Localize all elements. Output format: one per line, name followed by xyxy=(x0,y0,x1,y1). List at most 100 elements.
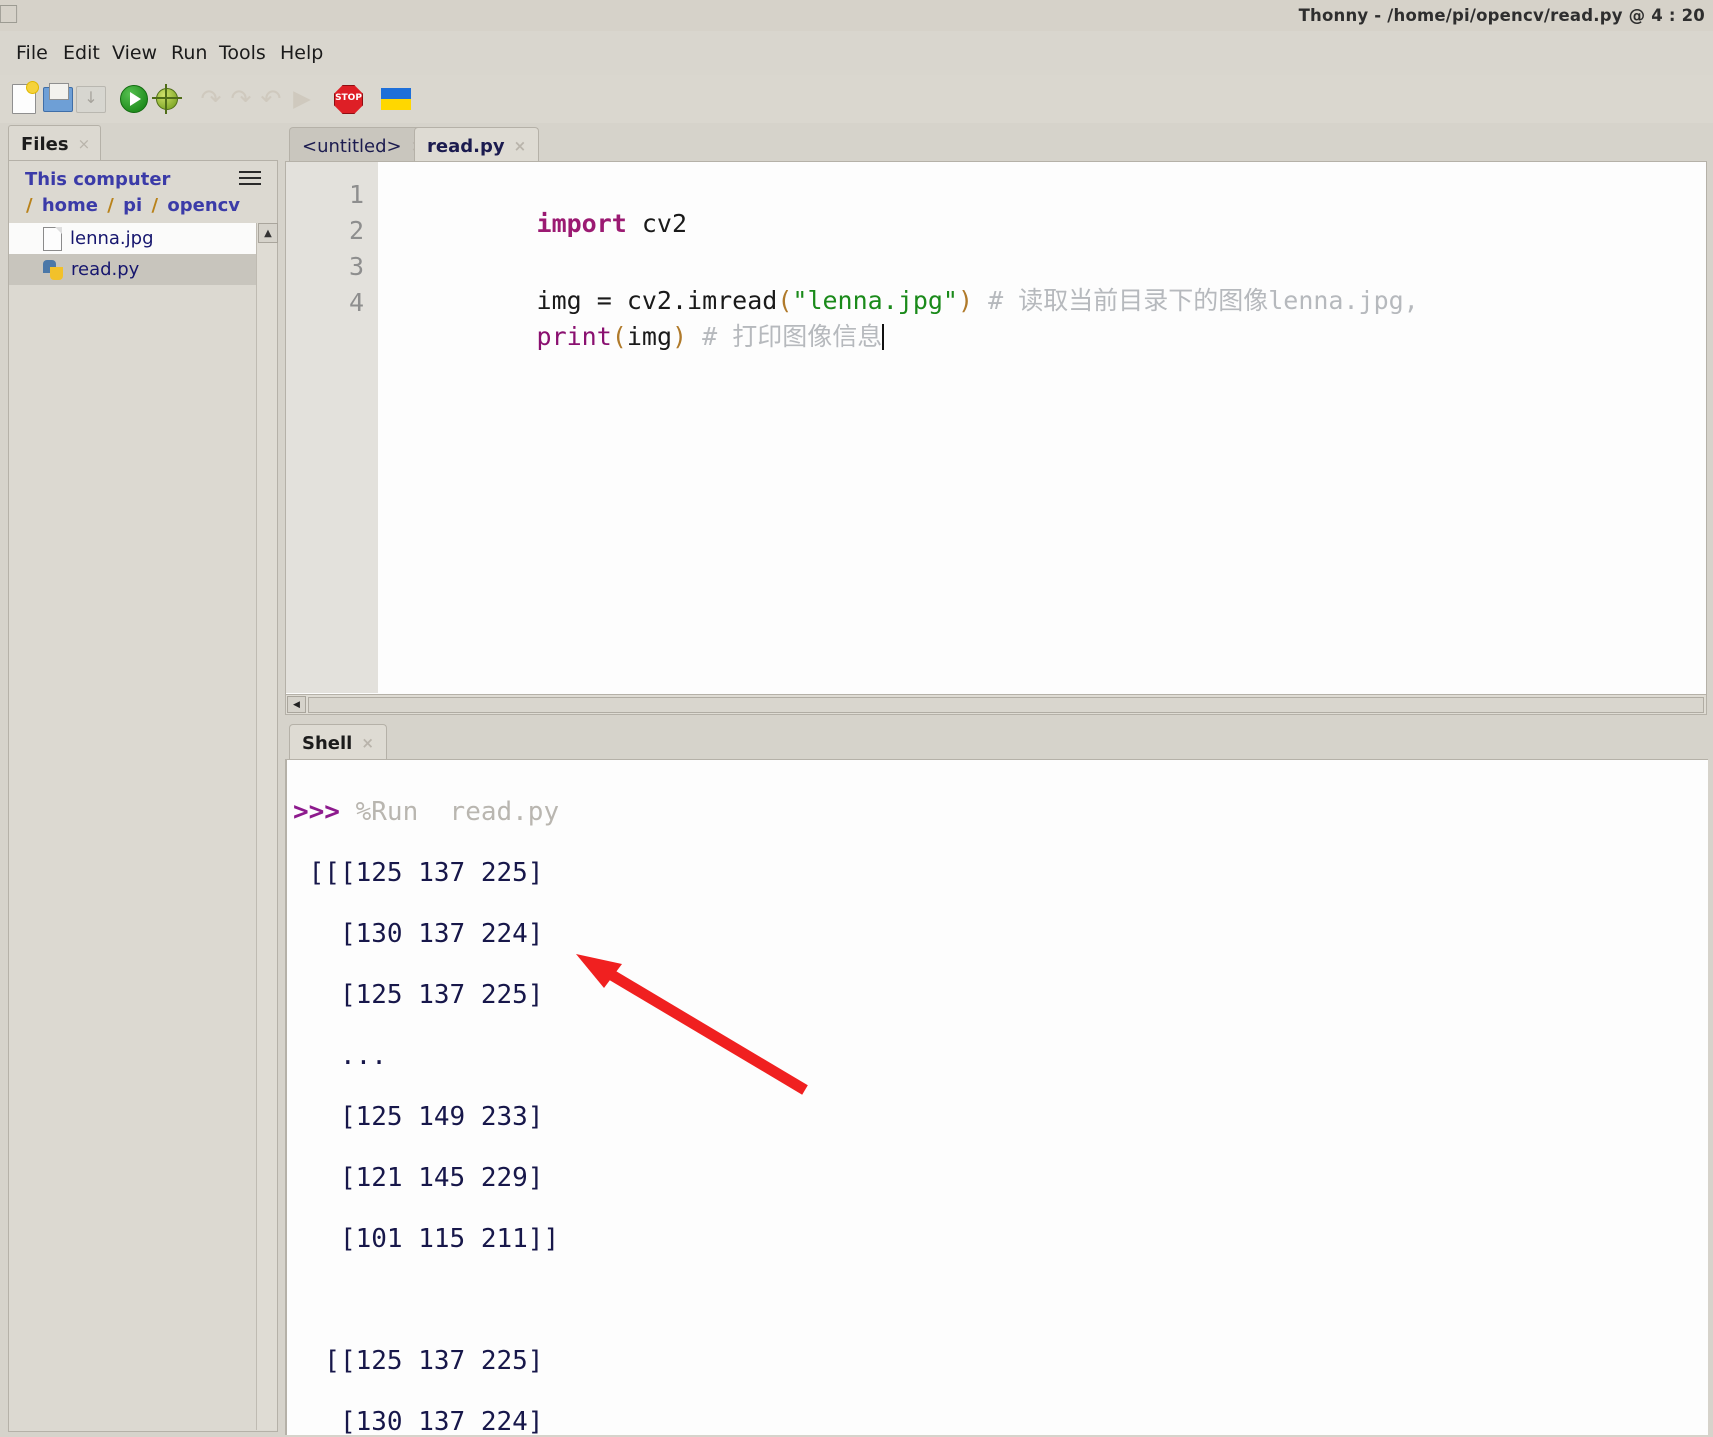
line-number: 3 xyxy=(348,252,364,281)
code-token: cv2 xyxy=(626,209,688,238)
scrollbar-thumb[interactable] xyxy=(308,697,1704,713)
title-bar: ⃞ Thonny - /home/pi/opencv/read.py @ 4 :… xyxy=(0,0,1713,32)
line-number: 4 xyxy=(348,288,364,317)
ukraine-flag-button[interactable] xyxy=(379,82,413,116)
save-disk-icon xyxy=(76,86,106,113)
stop-sign-icon: STOP xyxy=(334,85,363,114)
shell-panel: Shell × >>> %Run read.py [[[125 137 225]… xyxy=(283,722,1708,1437)
menu-run[interactable]: Run xyxy=(163,39,215,67)
tab-files-label: Files xyxy=(21,133,69,155)
shell-text: >>> %Run read.py [[[125 137 225] [130 13… xyxy=(293,766,559,1437)
shell-output-line: [125 149 233] xyxy=(293,1101,544,1132)
shell-command-line: >>> %Run read.py xyxy=(293,797,559,828)
menu-view[interactable]: View xyxy=(104,39,165,67)
files-panel: Files × This computer / home / pi / open… xyxy=(6,123,278,1432)
file-name: read.py xyxy=(71,259,140,280)
breadcrumb-separator-1: / xyxy=(107,195,114,216)
tab-files[interactable]: Files × xyxy=(8,125,102,162)
shell-prompt: >>> xyxy=(293,796,340,827)
window-title: Thonny - /home/pi/opencv/read.py @ 4 : 2… xyxy=(1298,6,1705,25)
menu-bar: File Edit View Run Tools Help xyxy=(0,31,1713,75)
new-file-button[interactable] xyxy=(8,81,42,116)
shell-output-line: [101 115 211]] xyxy=(293,1223,560,1254)
tab-shell[interactable]: Shell × xyxy=(289,724,387,761)
save-file-button[interactable] xyxy=(74,82,108,116)
breadcrumb: / home / pi / opencv xyxy=(23,195,240,216)
python-file-icon xyxy=(43,259,63,280)
step-out-icon: ↶ xyxy=(260,84,282,113)
code-token-paren: ( xyxy=(611,322,627,351)
stop-button[interactable]: STOP xyxy=(331,82,365,116)
line-number: 1 xyxy=(348,180,364,209)
files-body: This computer / home / pi / opencv lenna… xyxy=(8,160,278,1432)
code-token-function: print xyxy=(536,322,612,351)
new-file-icon xyxy=(12,81,39,114)
code-token-paren: ) xyxy=(672,322,688,351)
shell-output[interactable]: >>> %Run read.py [[[125 137 225] [130 13… xyxy=(285,759,1708,1437)
step-into-button[interactable]: ↷ xyxy=(224,82,258,116)
code-token-comment: # 打印图像信息 xyxy=(702,322,883,351)
open-folder-icon xyxy=(43,83,73,112)
step-over-button[interactable]: ↷ xyxy=(194,82,228,116)
code-token-comment: # 读取当前目录下的图像lenna.jpg, xyxy=(988,286,1419,315)
code-token-paren: ) xyxy=(957,286,974,315)
shell-output-line: [[125 137 225] xyxy=(293,1345,544,1376)
thonny-window: ⃞ Thonny - /home/pi/opencv/read.py @ 4 :… xyxy=(0,0,1713,1437)
breadcrumb-separator-2: / xyxy=(151,195,159,216)
step-out-button[interactable]: ↶ xyxy=(254,82,288,116)
list-item[interactable]: lenna.jpg xyxy=(9,223,277,254)
tab-shell-label: Shell xyxy=(302,732,353,754)
step-over-icon: ↷ xyxy=(200,84,222,113)
close-icon[interactable]: × xyxy=(78,135,91,153)
files-tabstrip: Files × xyxy=(6,123,278,162)
text-caret xyxy=(882,324,885,350)
menu-tools[interactable]: Tools xyxy=(211,39,274,67)
scroll-left-arrow-icon[interactable]: ◀ xyxy=(287,696,306,713)
tab-read-py[interactable]: read.py × xyxy=(414,127,540,164)
code-editor[interactable]: 1 2 3 4 import cv2 img = cv2.imread("len… xyxy=(285,161,1707,696)
files-path-area: This computer / home / pi / opencv xyxy=(9,161,277,223)
menu-edit[interactable]: Edit xyxy=(55,39,108,67)
breadcrumb-pi[interactable]: pi xyxy=(123,195,142,216)
editor-tabstrip: <untitled> × read.py × xyxy=(283,123,1708,164)
menu-file[interactable]: File xyxy=(8,39,56,67)
code-token: img xyxy=(626,322,672,351)
scroll-up-arrow-icon[interactable]: ▲ xyxy=(258,223,278,243)
debug-button[interactable] xyxy=(150,82,184,116)
open-file-button[interactable] xyxy=(41,82,75,116)
editor-horizontal-scrollbar[interactable]: ◀ xyxy=(285,694,1707,715)
list-item[interactable]: read.py xyxy=(9,254,277,285)
shell-left-edge xyxy=(285,760,287,1435)
shell-output-line: [121 145 229] xyxy=(293,1162,544,1193)
code-line-4: print(img) # 打印图像信息 xyxy=(386,288,885,382)
run-play-icon xyxy=(120,85,148,113)
shell-output-line: [125 137 225] xyxy=(293,979,544,1010)
resume-icon: ▶ xyxy=(293,86,311,112)
files-vertical-scrollbar[interactable]: ▲ xyxy=(256,223,278,1430)
close-icon[interactable]: × xyxy=(361,734,374,752)
editor-area: <untitled> × read.py × 1 2 3 4 import cv… xyxy=(283,123,1708,715)
breadcrumb-home[interactable]: home xyxy=(42,195,98,216)
breadcrumb-separator-0: / xyxy=(26,195,33,216)
generic-file-icon xyxy=(43,226,62,251)
shell-output-line: [[[125 137 225] xyxy=(293,857,544,888)
this-computer-link[interactable]: This computer xyxy=(25,169,170,190)
shell-command: %Run read.py xyxy=(355,796,560,827)
code-token-keyword: import xyxy=(536,209,627,238)
shell-output-line: ... xyxy=(293,1040,387,1071)
line-number: 2 xyxy=(348,216,364,245)
resume-button[interactable]: ▶ xyxy=(284,82,318,116)
run-button[interactable] xyxy=(117,82,151,116)
close-icon[interactable]: × xyxy=(514,137,527,155)
code-text[interactable]: import cv2 img = cv2.imread("lenna.jpg")… xyxy=(386,162,1704,693)
shell-output-line: [130 137 224] xyxy=(293,918,544,949)
debug-bug-icon xyxy=(152,84,182,114)
breadcrumb-opencv[interactable]: opencv xyxy=(167,195,240,216)
step-into-icon: ↷ xyxy=(230,84,252,113)
tab-untitled-label: <untitled> xyxy=(302,135,402,157)
menu-help[interactable]: Help xyxy=(272,39,331,67)
hamburger-menu-icon[interactable] xyxy=(239,171,261,187)
file-name: lenna.jpg xyxy=(70,228,154,249)
shell-output-line xyxy=(293,1285,559,1316)
